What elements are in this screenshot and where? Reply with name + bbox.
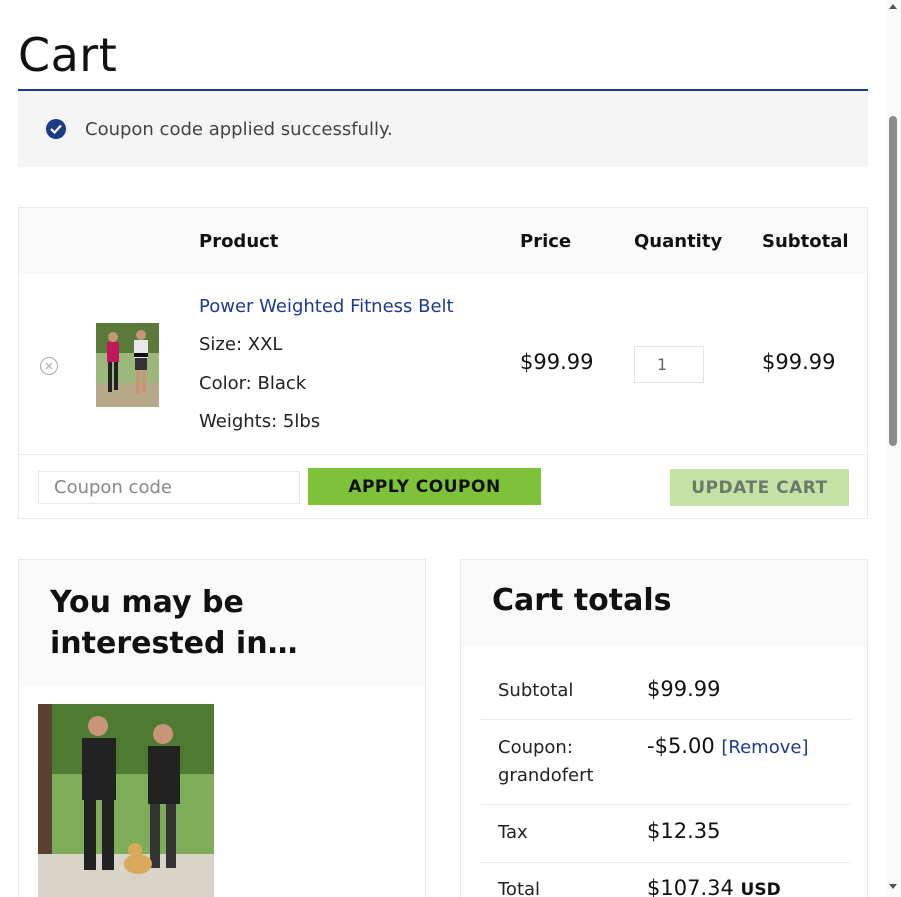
remove-item-icon[interactable] <box>40 357 58 375</box>
update-cart-button[interactable]: UPDATE CART <box>670 469 849 506</box>
currency-label: USD <box>740 880 781 897</box>
upsell-title: You may be interested in… <box>50 585 298 661</box>
success-notice: Coupon code applied successfully. <box>18 91 868 167</box>
upsell-section: You may be interested in… <box>18 559 426 897</box>
totals-divider <box>481 719 851 720</box>
scrollbar-thumb[interactable] <box>889 116 897 446</box>
item-subtotal: $99.99 <box>762 350 836 374</box>
cart-totals-header: Cart totals <box>461 560 867 646</box>
total-value: $107.34 <box>647 876 734 897</box>
total-amount: $107.34 USD <box>647 876 781 897</box>
coupon-label: Coupon: grandofert <box>498 737 594 786</box>
subtotal-value: $99.99 <box>647 677 721 701</box>
header-price: Price <box>520 231 572 252</box>
cart-table: Product Price Quantity Subtotal Power We… <box>18 207 868 519</box>
upsell-header: You may be interested in… <box>19 560 425 686</box>
variation-size: Size: XXL <box>199 334 283 355</box>
scroll-up-arrow-icon[interactable] <box>889 4 897 9</box>
cart-totals-title: Cart totals <box>492 583 672 618</box>
remove-coupon-link[interactable]: [Remove] <box>721 737 808 758</box>
tax-label: Tax <box>498 822 528 843</box>
notice-message: Coupon code applied successfully. <box>85 119 393 140</box>
check-circle-icon <box>46 119 66 139</box>
header-quantity: Quantity <box>634 231 723 252</box>
scroll-down-arrow-icon[interactable] <box>889 884 897 889</box>
table-header: Product Price Quantity Subtotal <box>19 208 867 275</box>
product-thumbnail[interactable] <box>96 323 159 407</box>
cart-totals: Cart totals Subtotal $99.99 Coupon: gran… <box>460 559 868 897</box>
coupon-discount: -$5.00 [Remove] <box>647 734 808 758</box>
variation-color: Color: Black <box>199 373 307 394</box>
coupon-code-input[interactable] <box>38 471 300 504</box>
page-scrollbar[interactable] <box>886 0 901 897</box>
totals-divider <box>481 862 851 863</box>
upsell-product-image[interactable] <box>38 704 214 897</box>
quantity-input[interactable] <box>634 346 704 383</box>
coupon-value: -$5.00 <box>647 734 715 758</box>
product-name-link[interactable]: Power Weighted Fitness Belt <box>199 296 454 317</box>
tax-value: $12.35 <box>647 819 721 843</box>
header-product: Product <box>199 231 279 252</box>
page-title: Cart <box>18 28 118 82</box>
item-price: $99.99 <box>520 350 594 374</box>
variation-weights: Weights: 5lbs <box>199 411 321 432</box>
row-divider <box>19 454 867 455</box>
apply-coupon-button[interactable]: APPLY COUPON <box>308 468 541 505</box>
header-subtotal: Subtotal <box>762 231 849 252</box>
total-label: Total <box>498 879 541 897</box>
totals-divider <box>481 804 851 805</box>
subtotal-label: Subtotal <box>498 680 574 701</box>
